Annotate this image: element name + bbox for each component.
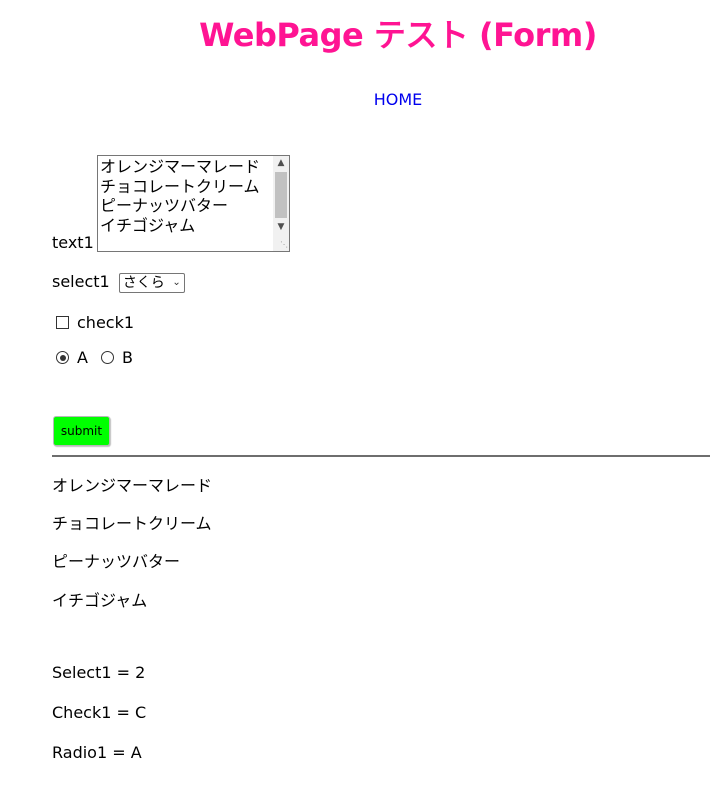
select1-label: select1: [52, 272, 110, 291]
text1-line: チョコレートクリーム: [100, 176, 260, 196]
text1-line: オレンジマーマレード: [100, 157, 261, 176]
select1-dropdown[interactable]: さくら ⌄: [118, 272, 185, 293]
select1-row: select1 さくら ⌄: [52, 272, 185, 293]
check1-checkbox[interactable]: [56, 316, 69, 329]
scrollbar-thumb[interactable]: [275, 172, 287, 218]
divider: [52, 455, 710, 457]
check1-label[interactable]: check1: [77, 313, 134, 332]
text1-textarea[interactable]: オレンジマーマレード チョコレートクリーム ピーナッツバター イチゴジャム ▲ …: [97, 155, 290, 252]
chevron-down-icon: ⌄: [172, 276, 181, 288]
radio-a[interactable]: [56, 351, 69, 364]
chevron-down-icon[interactable]: ▼: [273, 220, 289, 234]
result-radio1: Radio1 = A: [52, 743, 142, 762]
radio1-group: A B: [56, 348, 133, 367]
page-title: WebPage テスト (Form): [199, 16, 597, 54]
result-line: ピーナッツバター: [52, 552, 181, 571]
home-link[interactable]: HOME: [0, 90, 710, 109]
text1-line: ピーナッツバター: [100, 196, 229, 215]
resize-grip-icon[interactable]: ⋱: [278, 240, 288, 250]
radio-b-label[interactable]: B: [122, 348, 133, 367]
result-line: チョコレートクリーム: [52, 514, 212, 533]
radio-b[interactable]: [101, 351, 115, 364]
result-select1: Select1 = 2: [52, 663, 146, 682]
text1-scrollbar[interactable]: ▲ ▼: [273, 156, 289, 251]
text1-line: イチゴジャム: [100, 215, 196, 235]
check1-row: check1: [56, 313, 134, 332]
submit-button[interactable]: submit: [53, 416, 110, 446]
chevron-up-icon[interactable]: ▲: [273, 156, 289, 170]
text1-content: オレンジマーマレード チョコレートクリーム ピーナッツバター イチゴジャム: [100, 157, 260, 235]
text1-label: text1: [52, 233, 94, 252]
page: WebPage テスト (Form) HOME text1 オレンジマーマレード…: [0, 0, 710, 787]
result-line: イチゴジャム: [52, 591, 148, 610]
result-check1: Check1 = C: [52, 703, 147, 722]
radio-a-label[interactable]: A: [77, 348, 88, 367]
result-line: オレンジマーマレード: [52, 476, 213, 495]
select1-value: さくら: [122, 274, 165, 291]
